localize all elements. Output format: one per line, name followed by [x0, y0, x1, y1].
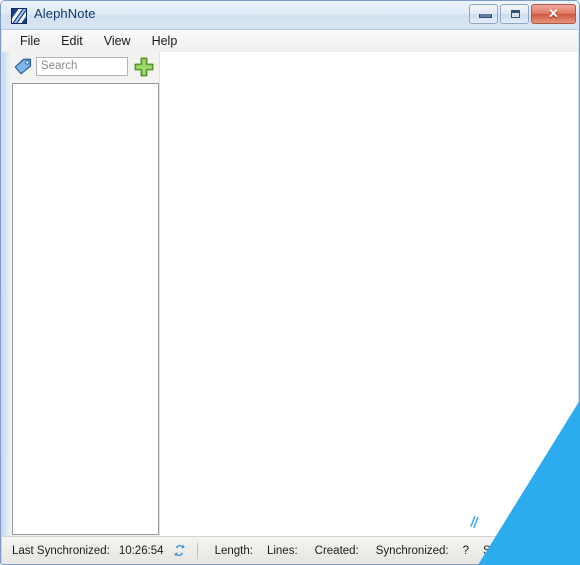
status-last-synchronized-value: 10:26:54 — [118, 544, 164, 557]
notes-sidebar: Search — [2, 52, 160, 536]
status-separator — [196, 542, 198, 559]
status-bar: Last Synchronized: 10:26:54 Length: Line… — [2, 536, 578, 564]
menu-item-file[interactable]: File — [11, 32, 49, 51]
status-lines-label: Lines: — [266, 544, 298, 557]
status-created-label: Created: — [314, 544, 359, 557]
close-button[interactable]: ✕ — [531, 4, 576, 24]
status-synchronized-value: ? — [462, 544, 470, 557]
close-icon: ✕ — [548, 6, 559, 21]
minimize-icon — [479, 14, 492, 18]
search-input[interactable]: Search — [36, 57, 128, 76]
sidebar-edge-gradient — [2, 52, 11, 536]
sync-refresh-icon[interactable] — [172, 543, 187, 558]
minimize-button[interactable] — [469, 4, 498, 24]
menu-item-view[interactable]: View — [95, 32, 140, 51]
app-window: AlephNote ✕ File Edit View Help Search L… — [0, 0, 580, 565]
status-synchronized-label: Synchronized: — [375, 544, 449, 557]
search-toolbar: Search — [11, 54, 159, 80]
window-controls: ✕ — [469, 4, 576, 24]
menu-item-help[interactable]: Help — [143, 32, 187, 51]
status-length-label: Length: — [214, 544, 253, 557]
client-area: Search Last Synchronized: 10:26:54 Lengt… — [2, 52, 578, 564]
title-bar[interactable]: AlephNote ✕ — [1, 1, 579, 30]
window-title: AlephNote — [34, 6, 96, 21]
maximize-icon — [511, 10, 520, 18]
note-list[interactable] — [12, 83, 159, 535]
note-editor-text[interactable] — [161, 52, 578, 536]
note-editor[interactable] — [161, 52, 578, 536]
tag-icon[interactable] — [13, 58, 32, 75]
menu-item-edit[interactable]: Edit — [52, 32, 92, 51]
add-note-button[interactable] — [133, 56, 155, 78]
menu-bar: File Edit View Help — [2, 30, 578, 52]
search-placeholder: Search — [41, 60, 78, 72]
status-selection-label: Selec — [483, 544, 512, 557]
alephnote-logo-icon — [11, 8, 27, 24]
status-last-synchronized-label: Last Synchronized: — [12, 544, 110, 557]
maximize-button[interactable] — [500, 4, 529, 24]
